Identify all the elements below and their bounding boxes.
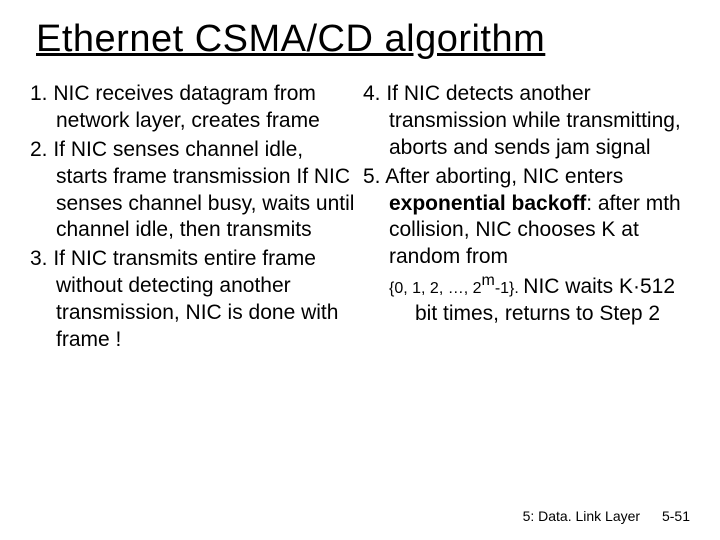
step-1: 1. NIC receives datagram from network la…	[30, 81, 357, 135]
step-5-bold: exponential backoff	[389, 192, 586, 215]
left-column: 1. NIC receives datagram from network la…	[30, 81, 357, 356]
step-4: 4. If NIC detects another transmission w…	[363, 81, 690, 162]
slide: Ethernet CSMA/CD algorithm 1. NIC receiv…	[0, 0, 720, 540]
step-5: 5. After aborting, NIC enters exponentia…	[363, 164, 690, 328]
step-5-line2: {0, 1, 2, …, 2m-1}. NIC waits K·512 bit …	[389, 271, 690, 328]
right-column: 4. If NIC detects another transmission w…	[363, 81, 690, 356]
slide-title: Ethernet CSMA/CD algorithm	[36, 18, 690, 61]
footer-section: 5: Data. Link Layer	[523, 508, 641, 524]
step-5-set1: {0, 1, 2, …, 2	[389, 280, 482, 297]
step-2: 2. If NIC senses channel idle, starts fr…	[30, 137, 357, 245]
slide-footer: 5: Data. Link Layer 5-51	[523, 508, 690, 524]
content-columns: 1. NIC receives datagram from network la…	[30, 81, 690, 356]
footer-page: 5-51	[662, 508, 690, 524]
step-5-sup: m	[482, 272, 495, 289]
step-5-set2: -1}.	[495, 280, 523, 297]
step-3: 3. If NIC transmits entire frame without…	[30, 246, 357, 354]
step-5-lead: 5. After aborting, NIC enters	[363, 165, 623, 188]
